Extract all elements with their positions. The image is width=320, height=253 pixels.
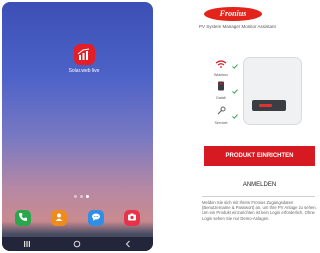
back-icon[interactable] [124,235,132,251]
page-dot-active [86,195,89,198]
app-tagline: PV System Manager Monitor Assistant [199,24,276,29]
contacts-app-button[interactable] [51,209,68,227]
navigation-bar [2,237,153,251]
phone-app-button[interactable] [15,210,31,226]
camera-icon [127,209,137,227]
page-dot [74,195,77,198]
inverter-image [243,57,302,125]
app-dock [15,210,140,226]
wifi-icon [215,55,227,72]
solar-web-icon [73,44,95,65]
messages-icon [91,209,101,227]
login-info-text: Melden Sie sich mit Ihrem Fronius Zugang… [202,200,317,221]
messages-app-button[interactable] [87,209,104,227]
device-datamanager: Datalt [211,78,231,100]
home-screen: Solar.web live [2,2,153,251]
login-button[interactable]: ANMELDEN [204,177,315,193]
phone-icon [18,209,28,227]
device-label: Servicet [214,121,228,125]
device-service: Servicet [211,103,231,125]
device-label: Datalt [216,96,226,100]
camera-app-button[interactable] [123,209,140,227]
check-icon [232,56,238,74]
divider [202,196,315,197]
app-shortcut-label: Solar.web live [68,68,100,74]
fronius-app-screen: Fronius PV System Manager Monitor Assist… [161,0,317,253]
inverter-brand-mark [259,104,272,107]
check-icon [232,81,238,99]
device-label: Wlanbox [214,73,228,77]
recents-icon[interactable] [23,235,31,251]
page-dot [80,195,83,198]
service-icon [216,103,226,120]
check-icon [232,106,238,124]
home-icon[interactable] [73,235,81,251]
fronius-logo: Fronius [204,7,262,21]
setup-product-button[interactable]: PRODUKT EINRICHTEN [204,146,315,166]
solar-web-app-shortcut[interactable]: Solar.web live [66,44,102,74]
contacts-icon [54,209,64,227]
page-indicator [74,195,89,198]
inverter-display-panel [252,100,286,111]
device-wlanbox: Wlanbox [211,55,231,77]
datamanager-icon [217,78,225,95]
